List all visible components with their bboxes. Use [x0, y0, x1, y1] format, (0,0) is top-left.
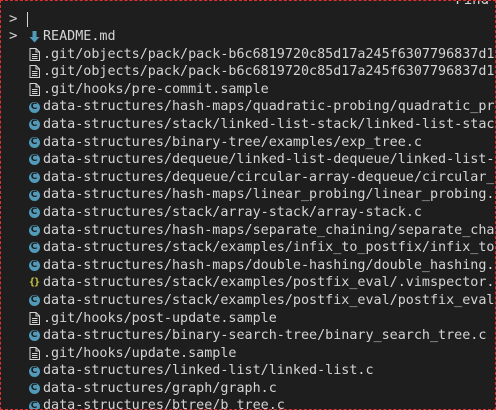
- result-item[interactable]: Cdata-structures/hash-maps/double-hashin…: [9, 257, 495, 275]
- result-path: data-structures/hash-maps/separate_chain…: [43, 222, 495, 238]
- c-file-icon: C: [27, 242, 41, 254]
- result-item[interactable]: {} data-structures/stack/examples/postfix…: [9, 274, 495, 292]
- c-file-icon: C: [27, 136, 41, 148]
- result-item[interactable]: > README.md: [9, 28, 495, 46]
- file-icon: [27, 65, 41, 79]
- fuzzy-finder-window: Find > > README.md .git/objects/pack/pack-…: [0, 0, 496, 410]
- result-item[interactable]: Cdata-structures/binary-tree/examples/ex…: [9, 134, 495, 152]
- result-path: .git/objects/pack/pack-b6c6819720c85d17a…: [43, 64, 495, 80]
- result-item[interactable]: Cdata-structures/stack/examples/infix_to…: [9, 239, 495, 257]
- c-file-icon: C: [27, 101, 41, 113]
- result-path: data-structures/stack/examples/infix_to_…: [43, 240, 495, 256]
- c-file-icon: C: [27, 330, 41, 342]
- c-file-icon: C: [27, 365, 41, 377]
- result-path: data-structures/stack/examples/postfix_e…: [43, 292, 495, 308]
- result-path: .git/hooks/pre-commit.sample: [43, 81, 269, 97]
- c-file-icon: C: [27, 189, 41, 201]
- text-cursor: [27, 11, 28, 27]
- results-list: > README.md .git/objects/pack/pack-b6c6819…: [9, 28, 495, 410]
- c-file-icon: C: [27, 383, 41, 395]
- result-path: .git/hooks/update.sample: [43, 345, 237, 361]
- result-path: data-structures/binary-tree/examples/exp…: [43, 134, 422, 150]
- result-path: data-structures/linked-list/linked-list.…: [43, 363, 374, 379]
- result-item[interactable]: Cdata-structures/hash-maps/linear_probin…: [9, 186, 495, 204]
- result-item[interactable]: Cdata-structures/binary-search-tree/bina…: [9, 327, 495, 345]
- result-item[interactable]: .git/objects/pack/pack-b6c6819720c85d17a…: [9, 46, 495, 64]
- result-item[interactable]: Cdata-structures/stack/examples/postfix_…: [9, 292, 495, 310]
- result-path: .git/objects/pack/pack-b6c6819720c85d17a…: [43, 46, 495, 62]
- search-prompt[interactable]: >: [9, 10, 28, 28]
- result-path: data-structures/dequeue/linked-list-dequ…: [43, 152, 495, 168]
- find-title: Find: [455, 0, 489, 8]
- prompt-chevron-icon: >: [9, 11, 18, 27]
- result-path: .git/hooks/post-update.sample: [43, 310, 277, 326]
- result-item[interactable]: Cdata-structures/btree/b_tree.c: [9, 397, 495, 410]
- file-icon: [27, 47, 41, 61]
- c-file-icon: C: [27, 119, 41, 131]
- result-item[interactable]: .git/objects/pack/pack-b6c6819720c85d17a…: [9, 63, 495, 81]
- selection-indicator: >: [9, 28, 18, 44]
- result-item[interactable]: Cdata-structures/dequeue/linked-list-deq…: [9, 151, 495, 169]
- result-item[interactable]: .git/hooks/pre-commit.sample: [9, 81, 495, 99]
- result-item[interactable]: Cdata-structures/graph/graph.c: [9, 380, 495, 398]
- result-item[interactable]: Cdata-structures/hash-maps/separate_chai…: [9, 222, 495, 240]
- result-item[interactable]: Cdata-structures/hash-maps/quadratic-pro…: [9, 98, 495, 116]
- c-file-icon: C: [27, 260, 41, 272]
- result-path: data-structures/graph/graph.c: [43, 380, 277, 396]
- result-path: data-structures/btree/b_tree.c: [43, 398, 285, 410]
- result-path: data-structures/dequeue/circular-array-d…: [43, 169, 495, 185]
- result-item[interactable]: .git/hooks/update.sample: [9, 345, 495, 363]
- c-file-icon: C: [27, 400, 41, 409]
- result-item[interactable]: Cdata-structures/dequeue/circular-array-…: [9, 169, 495, 187]
- result-path: data-structures/stack/array-stack/array-…: [43, 204, 422, 220]
- file-icon: [27, 311, 41, 325]
- c-file-icon: C: [27, 207, 41, 219]
- result-item[interactable]: .git/hooks/post-update.sample: [9, 310, 495, 328]
- result-path: README.md: [43, 29, 116, 44]
- result-path: data-structures/binary-search-tree/binar…: [43, 328, 487, 344]
- result-path: data-structures/hash-maps/linear_probing…: [43, 187, 495, 203]
- c-file-icon: C: [27, 224, 41, 236]
- markdown-icon: [27, 30, 41, 43]
- c-file-icon: C: [27, 172, 41, 184]
- json-icon: {}: [28, 277, 40, 289]
- c-file-icon: C: [27, 154, 41, 166]
- file-icon: [27, 83, 41, 97]
- result-item[interactable]: Cdata-structures/linked-list/linked-list…: [9, 362, 495, 380]
- result-item[interactable]: Cdata-structures/stack/array-stack/array…: [9, 204, 495, 222]
- result-path: data-structures/stack/examples/postfix_e…: [43, 275, 495, 291]
- file-icon: [27, 346, 41, 360]
- c-file-icon: C: [27, 295, 41, 307]
- result-item[interactable]: Cdata-structures/stack/linked-list-stack…: [9, 116, 495, 134]
- result-path: data-structures/hash-maps/double-hashing…: [43, 257, 495, 273]
- result-path: data-structures/stack/linked-list-stack/…: [43, 116, 495, 132]
- result-path: data-structures/hash-maps/quadratic-prob…: [43, 99, 495, 115]
